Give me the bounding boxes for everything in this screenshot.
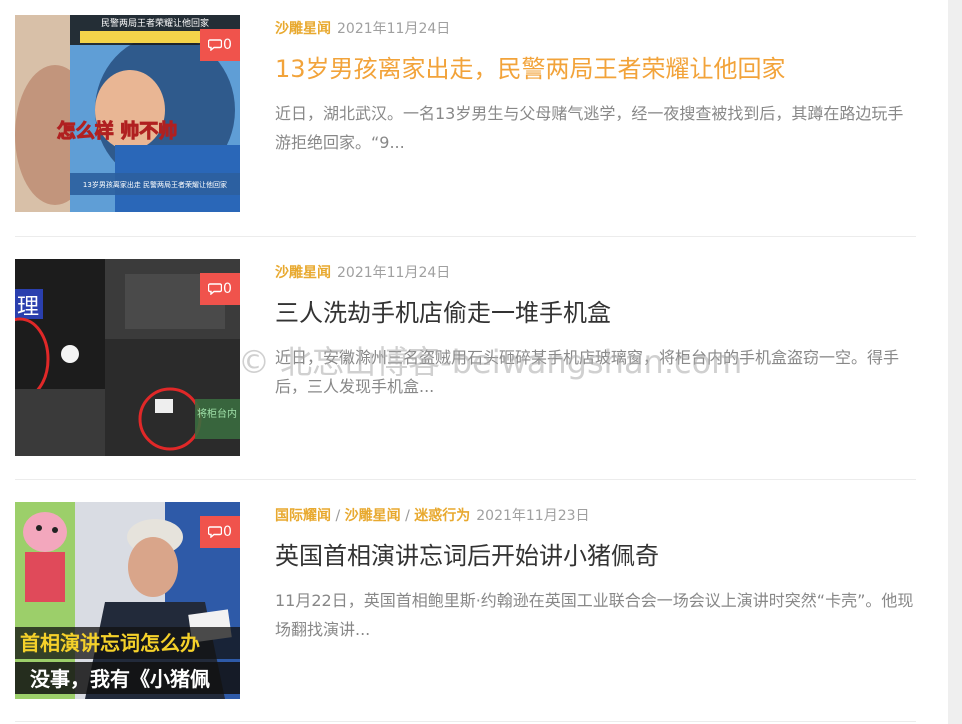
category-link[interactable]: 国际耀闻 (275, 508, 331, 524)
post-meta: 沙雕星闻 2021年11月24日 (275, 19, 915, 39)
post-date: 2021年11月24日 (337, 265, 451, 281)
comment-count-badge[interactable]: 0 (200, 273, 240, 305)
post-divider (15, 721, 916, 722)
thumb-caption-bottom: 13岁男孩离家出走 民警两局王者荣耀让他回家 (83, 180, 227, 189)
thumb-caption-top: 民警两局王者荣耀让他回家 (101, 17, 209, 29)
post-title[interactable]: 三人洗劫手机店偷走一堆手机盒 (275, 296, 915, 330)
category-link[interactable]: 沙雕星闻 (345, 508, 401, 524)
thumb-caption: 将柜台内 全部盗窃 (197, 407, 240, 420)
post-meta: 国际耀闻 / 沙雕星闻 / 迷惑行为 2021年11月23日 (275, 508, 590, 524)
comment-icon (208, 526, 223, 538)
post-thumbnail[interactable]: 民警两局王者荣耀让他回家 怎么样 帅不帅 13岁男孩离家出走 民警两局王者荣耀让… (15, 15, 240, 212)
post-info: 沙雕星闻 2021年11月24日 三人洗劫手机店偷走一堆手机盒 近日，安徽滁州三名… (275, 259, 915, 401)
comment-count-badge[interactable]: 0 (200, 29, 240, 61)
post-title[interactable]: 13岁男孩离家出走，民警两局王者荣耀让他回家 (275, 52, 915, 86)
post-title[interactable]: 英国首相演讲忘词后开始讲小猪佩奇 (275, 539, 915, 573)
post-divider (15, 479, 916, 480)
category-link[interactable]: 迷惑行为 (414, 508, 470, 524)
post-item: 首相演讲忘词怎么办 没事，我有《小猪佩 0 国际耀闻 / 沙雕星闻 / 迷惑行为… (15, 502, 916, 702)
svg-text:理: 理 (17, 295, 39, 320)
post-date: 2021年11月23日 (476, 508, 590, 524)
post-excerpt: 近日，安徽滁州三名盗贼用石头砸碎某手机店玻璃窗，将柜台内的手机盒盗窃一空。得手后… (275, 348, 900, 396)
thumb-caption-1: 首相演讲忘词怎么办 (20, 631, 200, 655)
comment-count-badge[interactable]: 0 (200, 516, 240, 548)
post-info: 国际耀闻 / 沙雕星闻 / 迷惑行为 2021年11月23日 英国首相演讲忘词后开… (275, 502, 915, 644)
post-meta: 沙雕星闻 2021年11月24日 (275, 263, 915, 283)
post-item: 理 将柜台内 全部盗窃 0 (15, 259, 916, 459)
post-excerpt: 11月22日，英国首相鲍里斯·约翰逊在英国工业联合会一场会议上演讲时突然“卡壳”… (275, 591, 914, 639)
post-thumbnail[interactable]: 理 将柜台内 全部盗窃 0 (15, 259, 240, 456)
post-item: 民警两局王者荣耀让他回家 怎么样 帅不帅 13岁男孩离家出走 民警两局王者荣耀让… (15, 15, 916, 215)
scrollbar[interactable] (948, 0, 962, 724)
category-link[interactable]: 沙雕星闻 (275, 21, 331, 37)
category-link[interactable]: 沙雕星闻 (275, 265, 331, 281)
page: 民警两局王者荣耀让他回家 怎么样 帅不帅 13岁男孩离家出走 民警两局王者荣耀让… (0, 0, 962, 724)
post-divider (15, 236, 916, 237)
post-thumbnail[interactable]: 首相演讲忘词怎么办 没事，我有《小猪佩 0 (15, 502, 240, 699)
post-info: 沙雕星闻 2021年11月24日 13岁男孩离家出走，民警两局王者荣耀让他回家 近… (275, 15, 915, 157)
comment-count: 0 (223, 281, 232, 297)
comment-count: 0 (223, 37, 232, 53)
comment-icon (208, 283, 223, 295)
thumb-caption-mid: 怎么样 帅不帅 (57, 119, 178, 142)
post-excerpt: 近日，湖北武汉。一名13岁男生与父母赌气逃学，经一夜搜查被找到后，其蹲在路边玩手… (275, 104, 904, 152)
post-date: 2021年11月24日 (337, 21, 451, 37)
comment-icon (208, 39, 223, 51)
thumb-caption-2: 没事，我有《小猪佩 (30, 667, 210, 691)
comment-count: 0 (223, 524, 232, 540)
